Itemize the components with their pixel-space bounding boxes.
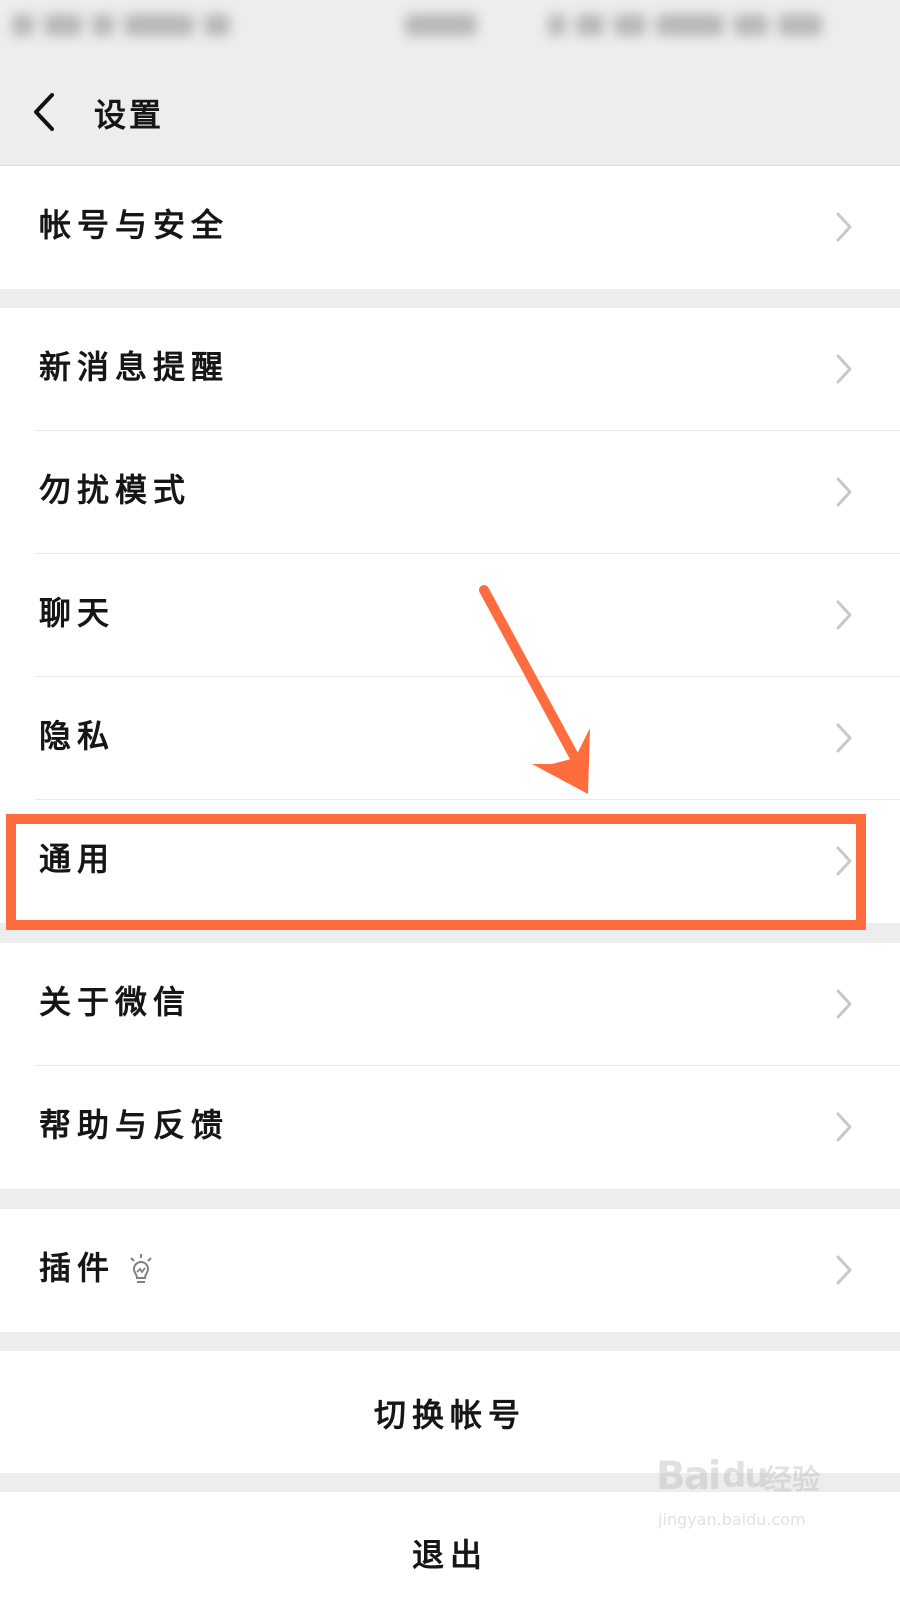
switch-account-label: 切换帐号 [373, 1395, 526, 1434]
settings-item-privacy[interactable]: 隐私 [0, 677, 900, 800]
chevron-right-icon [836, 600, 852, 630]
status-left-blurred [12, 14, 302, 44]
settings-item-do-not-disturb[interactable]: 勿扰模式 [0, 431, 900, 554]
settings-item-label: 帮助与反馈 [39, 1106, 230, 1144]
settings-item-label: 聊天 [39, 594, 116, 632]
switch-account-section: 切换帐号 [0, 1351, 900, 1473]
settings-item-label: 插件 [39, 1249, 116, 1287]
status-time-blurred [405, 14, 485, 44]
settings-item-chat[interactable]: 聊天 [0, 554, 900, 677]
settings-item-label: 勿扰模式 [39, 471, 192, 509]
chevron-right-icon [836, 212, 852, 242]
chevron-right-icon [836, 1255, 852, 1285]
settings-item-new-message-notifications[interactable]: 新消息提醒 [0, 308, 900, 431]
settings-section-preferences: 新消息提醒 勿扰模式 聊天 隐私 通用 [0, 308, 900, 923]
settings-section-plugins: 插件 [0, 1209, 900, 1332]
chevron-right-icon [836, 846, 852, 876]
settings-item-label: 新消息提醒 [39, 348, 230, 386]
logout-label: 退出 [411, 1536, 488, 1574]
settings-item-plugins[interactable]: 插件 [0, 1209, 900, 1332]
chevron-right-icon [836, 1112, 852, 1142]
page-title: 设置 [94, 96, 165, 134]
settings-item-label: 帐号与安全 [39, 206, 230, 244]
settings-item-account-security[interactable]: 帐号与安全 [0, 166, 900, 289]
chevron-right-icon [836, 723, 852, 753]
chevron-right-icon [836, 354, 852, 384]
settings-section-account: 帐号与安全 [0, 166, 900, 289]
settings-item-label: 通用 [39, 840, 116, 878]
chevron-right-icon [836, 989, 852, 1019]
settings-item-label: 关于微信 [39, 983, 192, 1021]
settings-item-label: 隐私 [39, 717, 116, 755]
settings-item-help-feedback[interactable]: 帮助与反馈 [0, 1066, 900, 1189]
logout-section: 退出 [0, 1492, 900, 1600]
title-bar: 设置 [0, 62, 900, 166]
chevron-right-icon [836, 477, 852, 507]
settings-item-about-wechat[interactable]: 关于微信 [0, 943, 900, 1066]
settings-item-general[interactable]: 通用 [0, 800, 900, 923]
logout-button[interactable]: 退出 [0, 1492, 900, 1600]
switch-account-button[interactable]: 切换帐号 [0, 1351, 900, 1474]
settings-section-about: 关于微信 帮助与反馈 [0, 943, 900, 1189]
status-bar [0, 0, 900, 62]
back-arrow-icon[interactable] [30, 91, 60, 133]
status-right-blurred [548, 14, 868, 44]
lightbulb-icon [130, 1254, 152, 1283]
